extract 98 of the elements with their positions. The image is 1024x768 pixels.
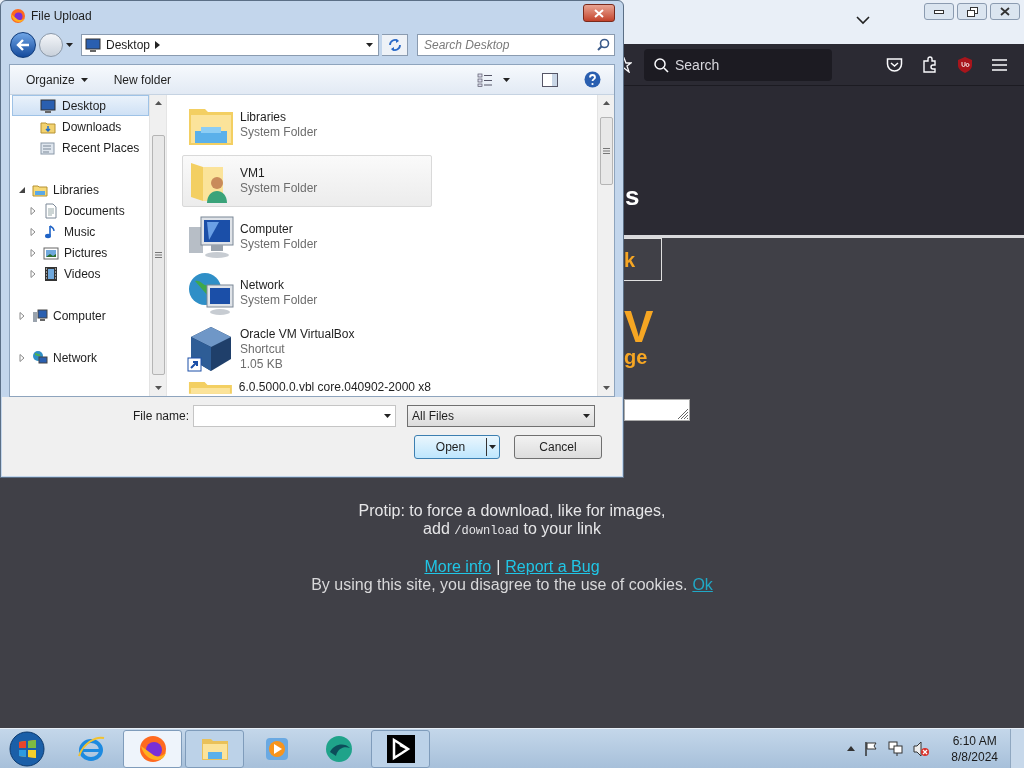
preview-pane-icon: [542, 72, 558, 87]
nav-item[interactable]: Desktop: [12, 95, 149, 117]
file-name-label: File name:: [131, 408, 190, 426]
chevron-down-icon: [583, 414, 590, 419]
chevron-down-icon: [80, 77, 88, 82]
address-bar[interactable]: Desktop: [81, 34, 379, 57]
menu-icon[interactable]: [992, 58, 1007, 71]
toolbar-button[interactable]: Organize: [20, 68, 94, 91]
expander-arrow-icon[interactable]: [18, 185, 26, 194]
document-icon: [43, 202, 59, 219]
start-orb-icon[interactable]: [9, 730, 45, 767]
folder-icon: [40, 139, 56, 156]
monitor-icon: [85, 37, 101, 54]
film-icon: [43, 265, 59, 282]
protip-text: add /download to your link: [423, 520, 601, 540]
file-item[interactable]: Network System Folder: [182, 267, 432, 320]
report-bug-link[interactable]: Report a Bug: [505, 558, 600, 576]
nav-item[interactable]: Videos: [41, 263, 103, 284]
puzzle-piece-icon[interactable]: [922, 56, 938, 73]
protip-text: Protip: to force a download, like for images,: [358, 502, 666, 520]
b-logo-icon: [385, 733, 416, 764]
list-view-icon: [477, 72, 493, 87]
search-field[interactable]: Search: [644, 48, 832, 81]
monitor-icon: [40, 97, 56, 114]
tray-expand-icon[interactable]: [847, 746, 856, 751]
search-field[interactable]: Search Desktop: [417, 34, 615, 57]
cookie-ok-link[interactable]: Ok: [692, 576, 713, 594]
file-item[interactable]: Computer System Folder: [182, 211, 432, 264]
nav-item[interactable]: Recent Places: [12, 137, 149, 159]
file-item[interactable]: VM1 System Folder: [182, 155, 432, 208]
file-name-field[interactable]: [193, 405, 396, 428]
close-button[interactable]: [583, 4, 615, 23]
link-separator: |: [496, 558, 501, 576]
restore-icon: [966, 6, 978, 17]
taskbar-button[interactable]: [123, 729, 182, 768]
close-icon: [1000, 7, 1010, 16]
close-icon: [594, 8, 604, 18]
taskbar-button[interactable]: [371, 729, 430, 768]
fox-globe-icon: [10, 8, 26, 25]
nav-item[interactable]: Libraries: [30, 179, 102, 200]
toolbar-button[interactable]: New folder: [107, 68, 178, 91]
nav-item[interactable]: Network: [30, 347, 99, 368]
shield-icon[interactable]: [957, 56, 973, 73]
file-item[interactable]: 6.0.5000.0.vbl core.040902-2000 x8: [182, 379, 432, 397]
breadcrumb-arrow-icon: [155, 41, 161, 50]
restore-button[interactable]: [957, 3, 987, 20]
chevron-down-icon: [366, 43, 373, 48]
logo-text: V: [624, 305, 654, 349]
open-button[interactable]: Open: [414, 435, 500, 460]
nav-item[interactable]: Downloads: [12, 116, 149, 138]
scroll-down-icon[interactable]: [154, 386, 162, 391]
network-icon: [32, 349, 48, 366]
computer-icon: [32, 307, 48, 324]
file-item[interactable]: Libraries System Folder: [182, 99, 432, 152]
clock-date: 8/8/2024: [951, 748, 998, 765]
page-heading: s: [625, 183, 640, 209]
chevron-down-icon: [384, 414, 391, 419]
scrollbar[interactable]: [149, 95, 166, 397]
folder-icon: [187, 380, 234, 395]
close-button[interactable]: [990, 3, 1020, 20]
scroll-down-icon[interactable]: [602, 386, 610, 391]
window-title: File Upload: [31, 8, 92, 26]
pocket-icon[interactable]: [886, 56, 903, 73]
scrollbar[interactable]: [597, 95, 614, 397]
chevron-down-icon: [503, 77, 510, 82]
grip-icon: [602, 148, 610, 155]
scroll-up-icon[interactable]: [154, 101, 162, 106]
back-button[interactable]: [10, 32, 36, 59]
speaker-muted-icon[interactable]: [913, 740, 931, 757]
fox-globe-icon: [137, 733, 168, 764]
search-icon: [597, 38, 610, 52]
file-item[interactable]: Oracle VM VirtualBox Shortcut 1.05 KB: [182, 323, 432, 376]
refresh-button[interactable]: [382, 34, 408, 57]
nav-item[interactable]: Documents: [41, 200, 127, 221]
chevron-down-icon: [489, 445, 496, 450]
help-icon: [583, 71, 601, 89]
flag-icon[interactable]: [864, 741, 880, 756]
nav-item[interactable]: Computer: [30, 305, 108, 326]
grip-icon: [154, 252, 162, 259]
resize-grip-icon: [676, 407, 689, 420]
tagline: ge: [624, 346, 648, 368]
network-icon[interactable]: [888, 741, 905, 756]
minimize-icon: [934, 9, 944, 14]
cookie-notice: By using this site, you disagree to the use of cookies.: [311, 576, 688, 594]
cancel-button[interactable]: Cancel: [514, 435, 602, 460]
file-type-select[interactable]: All Files: [407, 405, 595, 428]
clock-time: 6:10 AM: [952, 732, 997, 749]
chevron-down-icon[interactable]: [856, 16, 870, 25]
nav-item[interactable]: Music: [41, 221, 98, 242]
search-icon: [654, 57, 669, 73]
minimize-button[interactable]: [924, 3, 954, 20]
more-info-link[interactable]: More info: [424, 558, 492, 576]
back-arrow-icon: [16, 39, 30, 52]
picture-icon: [43, 244, 59, 261]
scroll-up-icon[interactable]: [602, 101, 610, 106]
nav-item[interactable]: Pictures: [41, 242, 110, 263]
refresh-icon: [386, 38, 403, 53]
swirl-icon: [323, 733, 354, 764]
